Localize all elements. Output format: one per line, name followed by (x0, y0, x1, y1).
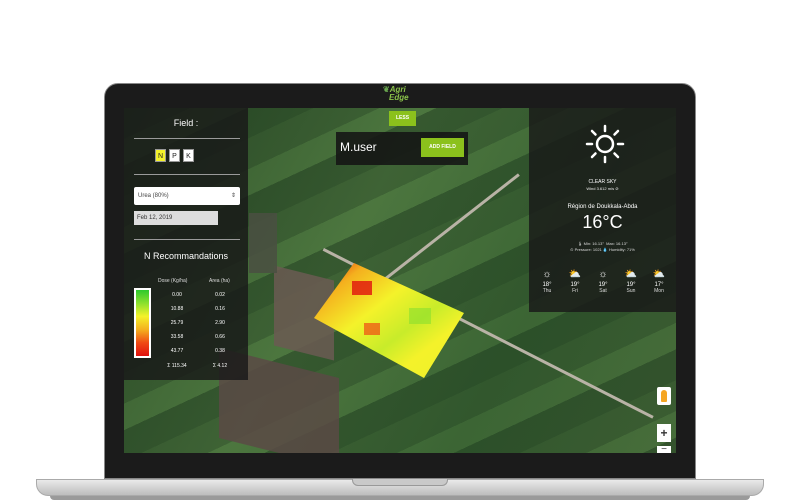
partly-cloudy-icon: ⛅ (568, 269, 582, 280)
nutrient-k-button[interactable]: K (183, 149, 194, 162)
forecast-day: ☼ 18° Thu (533, 268, 561, 294)
pressure-icon: ⊙ (570, 247, 574, 252)
dose-cell: 43.77 (170, 348, 184, 354)
wind-speed: Wind 3.612 m/s ⊘ (586, 186, 619, 191)
area-cell: 0.38 (215, 348, 225, 354)
user-box: M.user ADD FIELD (336, 132, 468, 165)
dose-cell: 10.88 (170, 306, 184, 312)
partly-cloudy-icon: ⛅ (624, 269, 638, 280)
forecast-day: ☼ 19° Sat (589, 268, 617, 294)
date-input[interactable]: Feb 12, 2019 (134, 211, 218, 225)
app-screen: Field : N P K Urea (80%) ⇕ Feb 12, 2019 N… (124, 108, 676, 453)
partly-cloudy-icon: ⛅ (652, 269, 666, 280)
nutrient-n-button[interactable]: N (155, 149, 166, 162)
dose-cell: 25.79 (170, 320, 184, 326)
laptop-shadow (50, 496, 750, 500)
field-heatmap[interactable] (314, 263, 464, 378)
field-title: Field : (173, 118, 199, 128)
recommendations-title: N Recommandations (143, 251, 229, 261)
divider (134, 174, 240, 175)
add-field-button[interactable]: ADD FIELD (421, 138, 464, 157)
dose-cell: 33.58 (170, 334, 184, 340)
area-column-header: Area (ha) (209, 278, 230, 284)
agri-edge-logo: ❦Agri Edge (383, 85, 409, 102)
forecast-day: ⛅ 17° Mon (645, 268, 673, 294)
dose-cell: 0.00 (172, 292, 182, 298)
area-cell: 2.90 (215, 320, 225, 326)
nutrient-p-button[interactable]: P (169, 149, 180, 162)
area-cell: 0.02 (215, 292, 225, 298)
dose-color-legend (134, 288, 151, 358)
total-area: Σ 4.12 (212, 363, 228, 369)
weather-condition: CLEAR SKY (588, 179, 617, 185)
user-name: M.user (340, 140, 377, 154)
field-panel: Field : N P K Urea (80%) ⇕ Feb 12, 2019 N… (124, 108, 248, 380)
sun-icon: ☼ (542, 269, 552, 280)
street-view-pegman-icon[interactable] (657, 387, 671, 405)
fertilizer-select[interactable]: Urea (80%) ⇕ (134, 187, 240, 205)
current-temperature: 16°C (582, 212, 623, 232)
forecast-day: ⛅ 19° Sun (617, 268, 645, 294)
less-button[interactable]: LESS (389, 111, 416, 126)
pressure-humidity: ⊙ Pressure: 1021 💧 Humidity: 71% (570, 247, 635, 252)
region-name: Région de Doukkala-Abda (567, 204, 638, 210)
wind-direction-icon: ⊘ (615, 186, 619, 191)
zoom-in-button[interactable]: + (657, 424, 671, 442)
humidity-icon: 💧 (602, 247, 608, 252)
forecast-day: ⛅ 19° Fri (561, 268, 589, 294)
laptop-notch (352, 479, 448, 486)
min-max-temperature: 🌡 Min: 16.13° Max: 16.13° (577, 241, 628, 246)
total-dose: Σ 115.34 (167, 363, 187, 369)
area-cell: 0.16 (215, 306, 225, 312)
area-cell: 0.66 (215, 334, 225, 340)
thermometer-icon: 🌡 (577, 241, 583, 246)
chevron-updown-icon: ⇕ (230, 193, 236, 199)
weather-panel: CLEAR SKY Wind 3.612 m/s ⊘ Région de Dou… (529, 108, 676, 312)
sun-icon: ☼ (598, 269, 608, 280)
dose-column-header: Dose (Kg/ha) (158, 278, 188, 284)
map-buildings (249, 213, 277, 273)
divider (134, 239, 240, 240)
sun-icon (585, 124, 625, 164)
zoom-out-button[interactable]: − (657, 445, 671, 453)
divider (134, 138, 240, 139)
